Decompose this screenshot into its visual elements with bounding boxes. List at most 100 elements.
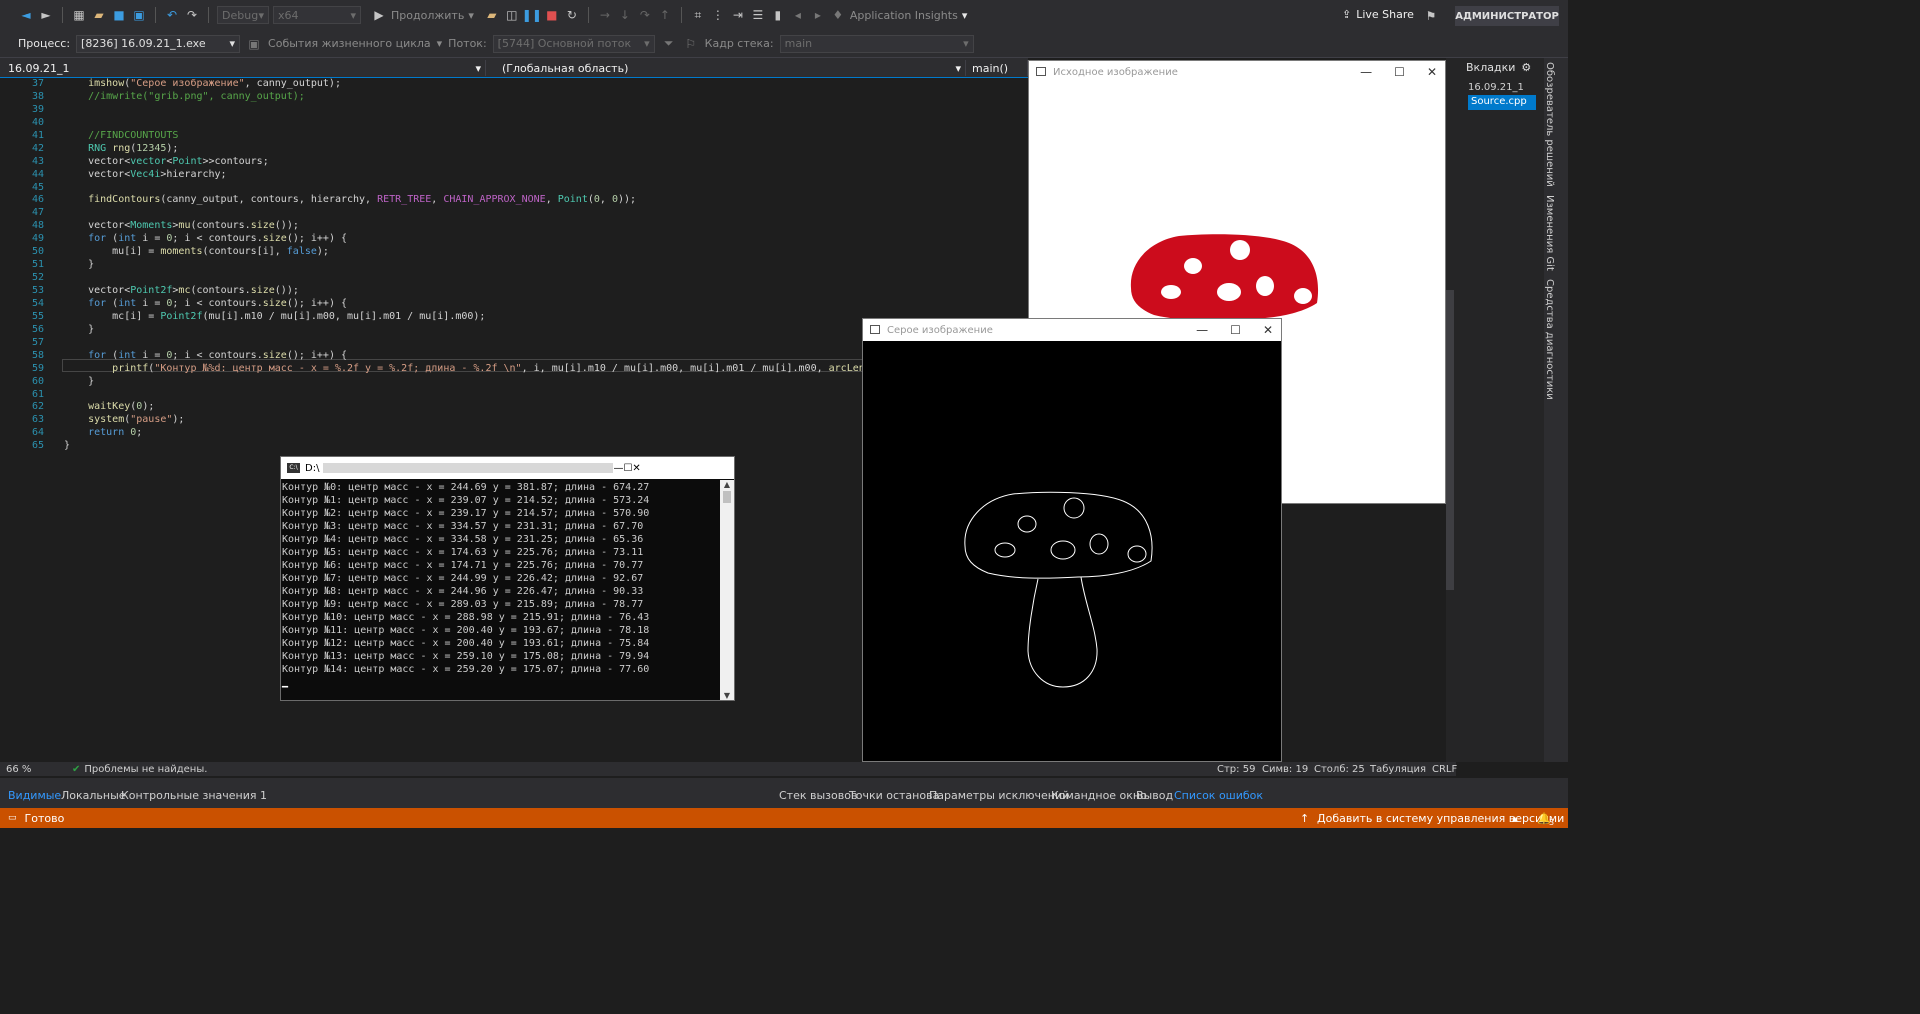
code-line[interactable] xyxy=(64,182,1028,195)
thread-select[interactable]: [5744] Основной поток ▾ xyxy=(492,34,655,53)
step-next-icon[interactable]: → xyxy=(597,7,613,23)
tab-command-window[interactable]: Командное окно xyxy=(1051,789,1147,802)
tab-watch[interactable]: Контрольные значения 1 xyxy=(121,789,267,802)
restart-icon[interactable]: ↻ xyxy=(564,7,580,23)
tab-output[interactable]: Вывод xyxy=(1136,789,1173,802)
code-line[interactable]: mu[i] = moments(contours[i], false); xyxy=(64,246,1028,259)
tab-breakpoints[interactable]: Точки останова xyxy=(849,789,939,802)
diagnostic-tools-tab[interactable]: Средства диагностики xyxy=(1544,275,1555,404)
maximize-icon[interactable]: ☐ xyxy=(1230,323,1241,337)
gray-image-window[interactable]: Серое изображение — ☐ ✕ xyxy=(862,318,1282,762)
code-line[interactable]: vector<Vec4i>hierarchy; xyxy=(64,169,1028,182)
close-icon[interactable]: ✕ xyxy=(1263,323,1273,337)
scroll-up-icon[interactable]: ▲ xyxy=(720,480,734,489)
stack-frame-select[interactable]: main ▾ xyxy=(779,34,974,53)
platform-select[interactable]: x64 ▾ xyxy=(273,6,361,24)
step-out-icon[interactable]: ↑ xyxy=(657,7,673,23)
maximize-icon[interactable]: ☐ xyxy=(1394,65,1405,79)
step-into-icon[interactable]: ↓ xyxy=(617,7,633,23)
close-icon[interactable]: ✕ xyxy=(632,463,640,474)
save-all-icon[interactable]: ▣ xyxy=(131,7,147,23)
function-select[interactable]: main() xyxy=(968,60,1028,76)
minimize-icon[interactable]: — xyxy=(1360,65,1372,79)
zoom-level[interactable]: 66 % xyxy=(6,764,54,775)
indent-mode[interactable]: Табуляция xyxy=(1370,764,1426,775)
solution-explorer-tab[interactable]: Обозреватель решений xyxy=(1544,58,1555,191)
back-icon[interactable]: ◄ xyxy=(18,7,34,23)
chevron-up-icon[interactable]: ▴ xyxy=(1512,812,1518,825)
open-file-icon[interactable]: ▰ xyxy=(91,7,107,23)
bookmark-icon[interactable]: ▮ xyxy=(770,7,786,23)
scroll-down-icon[interactable]: ▼ xyxy=(720,691,734,700)
tab-call-stack[interactable]: Стек вызовов xyxy=(779,789,857,802)
tabs-file-item[interactable]: Source.cpp xyxy=(1468,95,1536,110)
problems-status[interactable]: Проблемы не найдены. xyxy=(84,764,207,775)
code-line[interactable]: for (int i = 0; i < contours.size(); i++… xyxy=(64,233,1028,246)
project-select[interactable]: 16.09.21_1 ▾ xyxy=(4,60,486,76)
code-line[interactable] xyxy=(64,207,1028,220)
screenshot-icon[interactable]: ◫ xyxy=(504,7,520,23)
code-line[interactable] xyxy=(64,104,1028,117)
scrollbar-thumb[interactable] xyxy=(1446,290,1454,590)
step-over-icon[interactable]: ↷ xyxy=(637,7,653,23)
tab-locals[interactable]: Локальные xyxy=(61,789,126,802)
code-line[interactable]: imshow("Серое изображение", canny_output… xyxy=(64,78,1028,91)
code-line[interactable]: findContours(canny_output, contours, hie… xyxy=(64,194,1028,207)
application-insights-button[interactable]: Application Insights xyxy=(850,9,958,22)
hex-icon[interactable]: ⌗ xyxy=(690,7,706,23)
code-line[interactable]: vector<Point2f>mc(contours.size()); xyxy=(64,285,1028,298)
chevron-down-icon[interactable]: ▾ xyxy=(468,9,474,22)
tab-exception-settings[interactable]: Параметры исключений xyxy=(929,789,1069,802)
tabs-project[interactable]: 16.09.21_1 xyxy=(1468,82,1524,93)
forward-icon[interactable]: ► xyxy=(38,7,54,23)
user-account-button[interactable]: АДМИНИСТРАТОР xyxy=(1455,6,1559,26)
lifecycle-icon[interactable]: ▣ xyxy=(246,36,262,52)
code-line[interactable] xyxy=(64,117,1028,130)
lifecycle-events-button[interactable]: События жизненного цикла xyxy=(268,37,431,50)
code-line[interactable]: vector<Moments>mu(contours.size()); xyxy=(64,220,1028,233)
code-line[interactable] xyxy=(64,272,1028,285)
feedback-icon[interactable]: ⚑ xyxy=(1423,8,1439,24)
code-line[interactable]: } xyxy=(64,259,1028,272)
code-line[interactable]: //imwrite("grib.png", canny_output); xyxy=(64,91,1028,104)
insights-icon[interactable]: ♦ xyxy=(830,7,846,23)
format-icon[interactable]: ☰ xyxy=(750,7,766,23)
gear-icon[interactable]: ⚙ xyxy=(1521,61,1531,74)
add-to-source-control-button[interactable]: Добавить в систему управления версиями xyxy=(1317,812,1564,825)
undo-icon[interactable]: ↶ xyxy=(164,7,180,23)
play-icon[interactable]: ▶ xyxy=(371,7,387,23)
continue-button[interactable]: Продолжить xyxy=(391,9,464,22)
save-icon[interactable]: ■ xyxy=(111,7,127,23)
new-project-icon[interactable]: ▦ xyxy=(71,7,87,23)
filter-icon[interactable]: ⏷ xyxy=(661,36,677,52)
minimize-icon[interactable]: — xyxy=(613,463,623,474)
breakpoints-icon[interactable]: ⇥ xyxy=(730,7,746,23)
window-titlebar[interactable]: Исходное изображение — ☐ ✕ xyxy=(1029,61,1445,83)
minimize-icon[interactable]: — xyxy=(1196,323,1208,337)
chevron-down-icon[interactable]: ▾ xyxy=(962,9,968,22)
redo-icon[interactable]: ↷ xyxy=(184,7,200,23)
console-scrollbar[interactable]: ▲ ▼ xyxy=(720,480,734,700)
threads-icon[interactable]: ⋮ xyxy=(710,7,726,23)
bookmark-prev-icon[interactable]: ◂ xyxy=(790,7,806,23)
code-line[interactable]: //FINDCOUNTOUTS xyxy=(64,130,1028,143)
console-window[interactable]: C:\ D:\ —☐✕ Контур №0: центр масс - x = … xyxy=(280,456,735,701)
folder-icon[interactable]: ▰ xyxy=(484,7,500,23)
chevron-down-icon[interactable]: ▾ xyxy=(437,37,443,50)
bookmark-next-icon[interactable]: ▸ xyxy=(810,7,826,23)
git-changes-tab[interactable]: Изменения Git xyxy=(1544,191,1555,275)
pause-icon[interactable]: ❚❚ xyxy=(522,7,542,23)
config-select[interactable]: Debug ▾ xyxy=(217,6,269,24)
code-line[interactable]: for (int i = 0; i < contours.size(); i++… xyxy=(64,298,1028,311)
console-titlebar[interactable]: C:\ D:\ —☐✕ xyxy=(281,457,734,479)
line-ending[interactable]: CRLF xyxy=(1432,764,1457,775)
flag-icon[interactable]: ⚐ xyxy=(683,36,699,52)
stop-icon[interactable]: ■ xyxy=(544,7,560,23)
scope-select[interactable]: (Глобальная область) ▾ xyxy=(498,60,966,76)
code-line[interactable]: vector<vector<Point>>contours; xyxy=(64,156,1028,169)
code-line[interactable]: RNG rng(12345); xyxy=(64,143,1028,156)
live-share-button[interactable]: ⇪ Live Share xyxy=(1342,8,1414,21)
scrollbar-thumb[interactable] xyxy=(723,491,731,503)
tab-autos[interactable]: Видимые xyxy=(8,789,61,802)
window-titlebar[interactable]: Серое изображение — ☐ ✕ xyxy=(863,319,1281,341)
